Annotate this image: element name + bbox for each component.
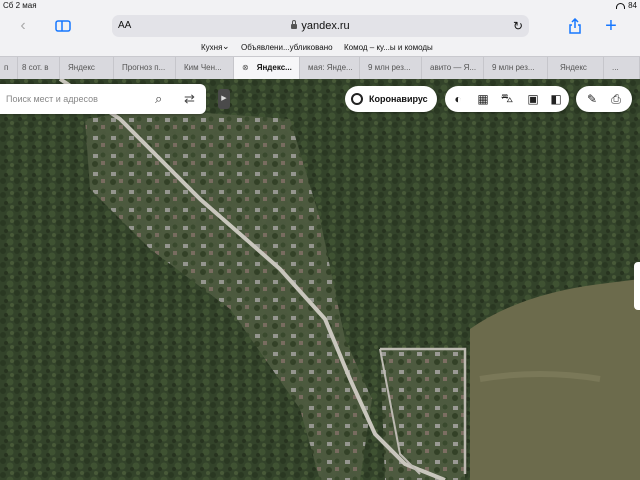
url-text: yandex.ru bbox=[112, 20, 529, 32]
reload-icon[interactable]: ↻ bbox=[513, 19, 523, 33]
battery-percent: 84 bbox=[628, 1, 637, 10]
sidebar-icon[interactable] bbox=[52, 16, 74, 36]
coronavirus-button[interactable]: Коронавирус bbox=[345, 86, 437, 112]
browser-toolbar: ‹ AA yandex.ru ↻ + bbox=[0, 12, 640, 40]
traffic-icon[interactable]: ▦ bbox=[475, 91, 491, 107]
tab[interactable]: 8 сот. в bbox=[18, 57, 60, 79]
tab[interactable]: авито — Я... bbox=[422, 57, 484, 79]
wifi-icon bbox=[616, 2, 626, 9]
tab[interactable]: 9 млн рез... bbox=[360, 57, 422, 79]
status-right: 84 bbox=[616, 1, 637, 10]
tab[interactable]: ... bbox=[604, 57, 640, 79]
status-time: Сб 2 мая bbox=[3, 1, 37, 10]
collapse-panel-button[interactable]: ▶ bbox=[218, 89, 230, 109]
address-bar[interactable]: AA yandex.ru ↻ bbox=[112, 15, 529, 37]
back-icon[interactable]: ‹ bbox=[12, 16, 34, 36]
tab-label: Яндекс... bbox=[256, 63, 292, 72]
close-tab-icon[interactable]: ⊗ bbox=[242, 63, 249, 72]
search-box[interactable]: Поиск мест и адресов ⌕ ⇄ bbox=[0, 84, 206, 114]
search-input[interactable]: Поиск мест и адресов bbox=[6, 94, 98, 104]
route-icon[interactable]: ⇄ bbox=[184, 91, 195, 107]
panorama-icon[interactable]: ◧ bbox=[548, 91, 564, 107]
print-icon[interactable]: ⎙ bbox=[608, 91, 624, 107]
ruler-icon[interactable]: ✎ bbox=[584, 91, 600, 107]
favorite-item[interactable]: Комод – ку...ы и комоды bbox=[344, 43, 433, 52]
satellite-map[interactable] bbox=[0, 79, 640, 480]
tab[interactable]: Прогноз п... bbox=[114, 57, 176, 79]
map-layer-toolbar: ◐ ▦ ⛍ ▣ ◧ bbox=[445, 86, 569, 112]
layers-icon[interactable]: ◐ bbox=[450, 91, 466, 107]
transport-icon[interactable]: ▣ bbox=[525, 91, 541, 107]
search-icon[interactable]: ⌕ bbox=[155, 91, 162, 107]
tab-bar: п 8 сот. в Яндекс Прогноз п... Ким Чен..… bbox=[0, 56, 640, 80]
coronavirus-icon bbox=[351, 93, 363, 105]
chevron-down-icon[interactable]: ⌄ bbox=[222, 41, 230, 52]
lock-icon bbox=[291, 20, 298, 29]
new-tab-icon[interactable]: + bbox=[600, 15, 622, 37]
tab[interactable]: Яндекс bbox=[60, 57, 114, 79]
parking-icon[interactable]: ⛍ bbox=[499, 91, 515, 107]
tab[interactable]: Ким Чен... bbox=[176, 57, 234, 79]
coronavirus-label: Коронавирус bbox=[369, 94, 428, 104]
tab[interactable]: Яндекс bbox=[548, 57, 604, 79]
side-panel-handle[interactable] bbox=[634, 262, 640, 310]
share-icon[interactable] bbox=[564, 16, 586, 36]
map-tools: ✎ ⎙ bbox=[576, 86, 632, 112]
favorite-item[interactable]: Кухня bbox=[201, 43, 222, 52]
map-imagery bbox=[0, 79, 640, 480]
tab[interactable]: 9 млн рез... bbox=[484, 57, 548, 79]
status-bar: Сб 2 мая 84 bbox=[0, 0, 640, 12]
url-value: yandex.ru bbox=[301, 20, 350, 32]
favorites-bar: Кухня ⌄ Объявлени...убликовано Комод – к… bbox=[0, 40, 640, 56]
tab-active[interactable]: ⊗ Яндекс... bbox=[234, 57, 300, 79]
tab[interactable]: мая: Янде... bbox=[300, 57, 360, 79]
favorite-item[interactable]: Объявлени...убликовано bbox=[241, 43, 333, 52]
tab[interactable]: п bbox=[0, 57, 18, 79]
